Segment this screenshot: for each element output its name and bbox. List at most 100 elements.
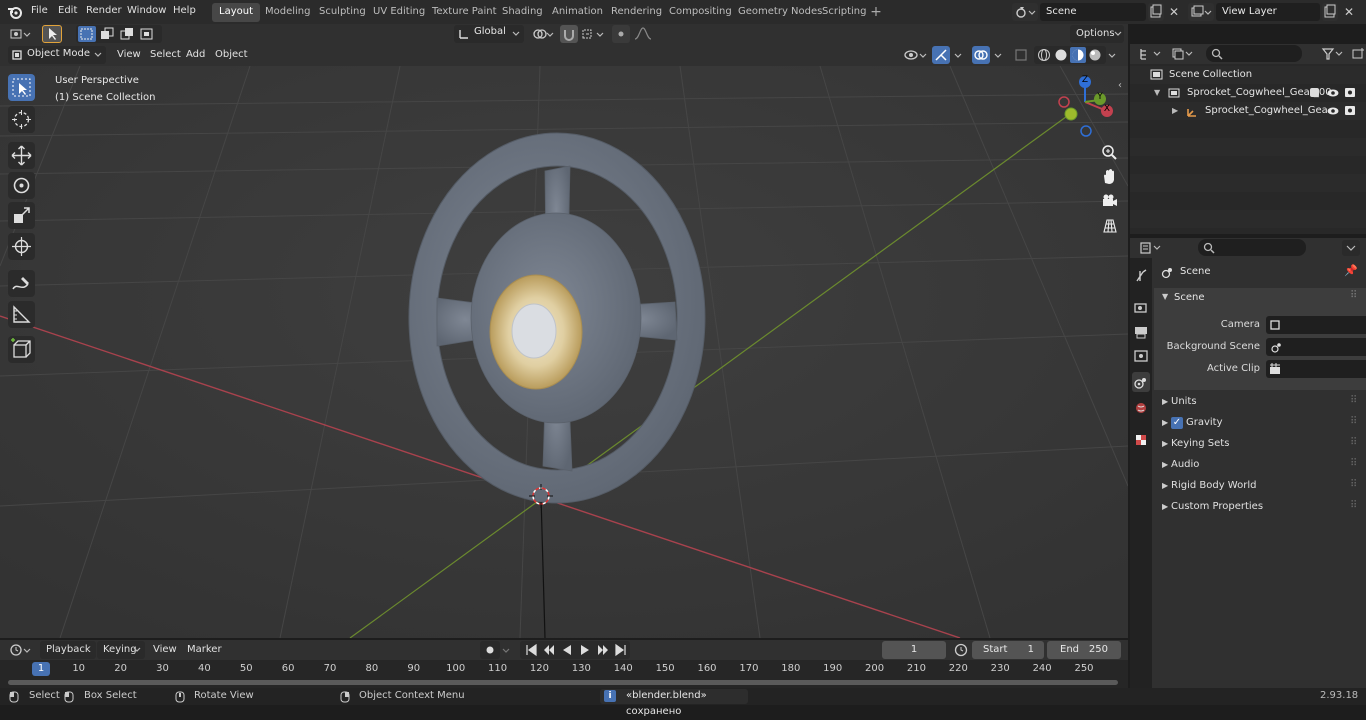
rigid-body-drag-icon[interactable]: ⠿: [1350, 479, 1357, 490]
background-scene-field[interactable]: [1266, 338, 1366, 356]
custom-props-drag-icon[interactable]: ⠿: [1350, 500, 1357, 511]
transform-orientation-dropdown[interactable]: Global: [454, 25, 524, 43]
tab-compositing[interactable]: Compositing: [662, 3, 739, 22]
collection-render-icon[interactable]: [1343, 86, 1357, 99]
outliner-row-scene-collection[interactable]: Scene Collection: [1130, 66, 1366, 84]
timeline-ruler[interactable]: 1 10 20 30 40 50 60 70 80 90 100 110 120 130 140 150 160…: [0, 660, 1128, 688]
clock-icon[interactable]: [952, 641, 970, 659]
active-clip-field[interactable]: [1266, 360, 1366, 378]
viewport-menu-view[interactable]: View: [112, 45, 146, 65]
tab-render-icon[interactable]: [1132, 298, 1150, 318]
new-selection-icon[interactable]: [78, 26, 96, 42]
play-icon[interactable]: [576, 641, 594, 659]
audio-drag-icon[interactable]: ⠿: [1350, 458, 1357, 469]
rendered-shading-icon[interactable]: [1087, 47, 1103, 63]
material-preview-shading-icon[interactable]: [1070, 47, 1086, 63]
invert-selection-icon[interactable]: [138, 26, 156, 42]
tab-scene-icon[interactable]: [1132, 372, 1150, 392]
viewport-menu-add[interactable]: Add: [181, 45, 210, 65]
tab-texture-paint[interactable]: Texture Paint: [425, 3, 504, 22]
tab-layout[interactable]: Layout: [212, 3, 260, 22]
viewport-menu-object[interactable]: Object: [210, 45, 253, 65]
tool-scale[interactable]: [8, 202, 35, 229]
tool-cursor[interactable]: [8, 106, 35, 133]
prev-keyframe-icon[interactable]: [540, 641, 558, 659]
current-frame-field[interactable]: 1: [882, 641, 946, 659]
tool-transform[interactable]: [8, 233, 35, 260]
extend-selection-icon[interactable]: [98, 26, 116, 42]
status-message[interactable]: i «blender.blend» сохранено: [600, 689, 748, 717]
timeline-scrollbar[interactable]: [8, 680, 1118, 685]
visibility-toggle-icon[interactable]: [902, 46, 930, 64]
record-options-icon[interactable]: [500, 641, 514, 659]
scene-browse-button[interactable]: [1012, 3, 1038, 21]
panel-keying-sets[interactable]: ▶ Keying Sets ⠿: [1154, 436, 1366, 456]
collapse-arrow-icon[interactable]: ▼: [1154, 84, 1160, 102]
zoom-view-icon[interactable]: [1098, 141, 1120, 163]
menu-window[interactable]: Window: [121, 0, 172, 24]
new-view-layer-icon[interactable]: [1322, 3, 1338, 21]
camera-field[interactable]: [1266, 316, 1366, 334]
collection-visibility-icon[interactable]: [1326, 87, 1340, 99]
gizmo-neg-x[interactable]: [1058, 96, 1070, 108]
tool-measure[interactable]: [8, 301, 35, 328]
tab-modeling[interactable]: Modeling: [258, 3, 318, 22]
keying-sets-drag-icon[interactable]: ⠿: [1350, 437, 1357, 448]
panel-gravity[interactable]: ▶ ✓ Gravity ⠿: [1154, 415, 1366, 435]
3d-viewport[interactable]: (function(){ var g=document.currentScrip…: [0, 66, 1128, 638]
gravity-drag-icon[interactable]: ⠿: [1350, 416, 1357, 427]
pan-view-icon[interactable]: [1098, 166, 1120, 188]
panel-units[interactable]: ▶ Units ⠿: [1154, 394, 1366, 414]
shading-options-icon[interactable]: [1106, 46, 1120, 64]
overlays-toggle-icon[interactable]: [972, 46, 990, 64]
units-drag-icon[interactable]: ⠿: [1350, 395, 1357, 406]
keying-dropdown[interactable]: Keying: [97, 641, 145, 659]
jump-start-icon[interactable]: [522, 641, 540, 659]
tab-tool-icon[interactable]: [1132, 266, 1150, 286]
view-layer-field[interactable]: View Layer: [1216, 3, 1320, 21]
next-keyframe-icon[interactable]: [594, 641, 612, 659]
timeline-menu-view[interactable]: View: [148, 640, 182, 660]
editor-type-icon[interactable]: [8, 25, 34, 43]
wireframe-shading-icon[interactable]: [1036, 47, 1052, 63]
menu-edit[interactable]: Edit: [52, 0, 83, 24]
drag-handle-icon[interactable]: ⠿: [1350, 290, 1358, 301]
timeline-menu-marker[interactable]: Marker: [182, 640, 227, 660]
properties-options-icon[interactable]: [1342, 240, 1360, 256]
gizmo-toggle-icon[interactable]: [932, 46, 950, 64]
scene-name-field[interactable]: Scene: [1040, 3, 1146, 21]
gravity-checkbox[interactable]: ✓: [1171, 417, 1183, 429]
tool-rotate[interactable]: [8, 172, 35, 199]
view-layer-browse-button[interactable]: [1188, 3, 1214, 21]
tab-texture-icon[interactable]: [1132, 430, 1150, 450]
subtract-selection-icon[interactable]: [118, 26, 136, 42]
delete-view-layer-icon[interactable]: ✕: [1341, 3, 1357, 21]
panel-rigid-body-world[interactable]: ▶ Rigid Body World ⠿: [1154, 478, 1366, 498]
expand-arrow-icon[interactable]: ▶: [1172, 102, 1178, 120]
blender-logo-icon[interactable]: [7, 4, 23, 20]
gizmo-options-icon[interactable]: [952, 46, 966, 64]
falloff-icon[interactable]: [632, 25, 656, 43]
object-render-icon[interactable]: [1343, 104, 1357, 117]
tab-view-layer-icon[interactable]: [1132, 346, 1150, 366]
viewport-menu-select[interactable]: Select: [145, 45, 186, 65]
object-mode-dropdown[interactable]: Object Mode: [8, 46, 106, 64]
xray-toggle-icon[interactable]: [1012, 46, 1030, 64]
properties-editor-type-icon[interactable]: [1138, 240, 1164, 256]
outliner-row-collection[interactable]: ▼ Sprocket_Cogwheel_Gear_00: [1130, 84, 1366, 102]
gizmo-neg-z[interactable]: [1080, 125, 1092, 137]
timeline-editor-type-icon[interactable]: [8, 641, 34, 659]
pin-icon[interactable]: 📌: [1344, 264, 1358, 277]
tab-sculpting[interactable]: Sculpting: [312, 3, 373, 22]
tool-move[interactable]: [8, 142, 35, 169]
menu-file[interactable]: File: [25, 0, 54, 24]
play-reverse-icon[interactable]: [558, 641, 576, 659]
tab-scripting[interactable]: Scripting: [815, 3, 873, 22]
tab-animation[interactable]: Animation: [545, 3, 610, 22]
scene-panel-header[interactable]: ▼ Scene ⠿: [1154, 288, 1366, 310]
tool-select-box[interactable]: [8, 74, 35, 101]
snap-toggle-icon[interactable]: [560, 25, 578, 43]
new-scene-icon[interactable]: [1148, 3, 1164, 21]
tab-shading[interactable]: Shading: [495, 3, 550, 22]
tab-world-icon[interactable]: [1132, 398, 1150, 418]
